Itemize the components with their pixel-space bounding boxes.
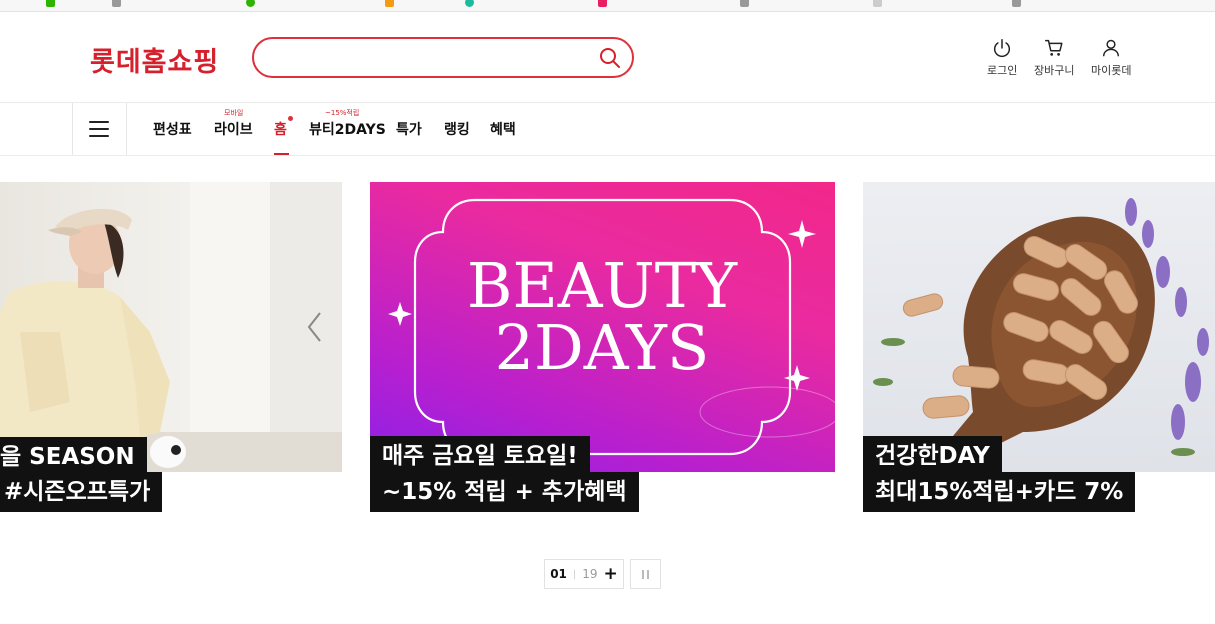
beauty-art-subtitle: 2DAYS (495, 311, 710, 384)
user-icon (1103, 39, 1120, 57)
bookmark[interactable] (385, 0, 394, 8)
banner-caption-line1: 매주 금요일 토요일! (370, 436, 590, 476)
cart-label: 장바구니 (1034, 64, 1075, 77)
carousel-prev-arrow-icon[interactable] (304, 310, 326, 344)
my-lotte-label: 마이롯데 (1091, 64, 1132, 77)
bookmark[interactable] (112, 0, 121, 8)
bookmark-icon (112, 0, 121, 7)
search-input[interactable] (272, 48, 592, 68)
bookmark-icon (740, 0, 749, 7)
power-icon (994, 39, 1011, 58)
banner-photo-golf (0, 182, 342, 472)
banner-photo-supplements (873, 198, 1209, 472)
bookmark-icon (1012, 0, 1021, 7)
nav-item-beauty2days[interactable]: 뷰티2DAYS (309, 119, 386, 139)
nav-item-home[interactable]: 홈 (274, 119, 287, 139)
bookmark[interactable] (873, 0, 882, 8)
banner-caption-line1: 을 SEASON (0, 437, 147, 477)
bookmark-icon (246, 0, 255, 7)
banner-caption-line1: 건강한DAY (863, 436, 1002, 476)
search-box[interactable] (252, 37, 634, 78)
bookmark[interactable] (598, 0, 607, 8)
hamburger-menu-icon[interactable] (89, 121, 109, 137)
banner-art-beauty: BEAUTY 2DAYS (388, 198, 835, 456)
bookmark-icon (873, 0, 882, 7)
main-nav: 편성표 모바일 라이브 홈 ~15%적립 뷰티2DAYS 특가 랭킹 혜택 (0, 103, 1215, 156)
banner-season-off[interactable] (0, 182, 342, 472)
bookmark-icon (46, 0, 55, 7)
nav-divider (72, 103, 73, 155)
pager-current: 01 (550, 567, 567, 581)
bookmark[interactable] (740, 0, 749, 8)
pager-total: 19 (582, 567, 598, 581)
login-button[interactable]: 로그인 (987, 37, 1017, 78)
cart-button[interactable]: 장바구니 (1034, 37, 1074, 78)
nav-divider (126, 103, 127, 155)
my-lotte-button[interactable]: 마이롯데 (1091, 37, 1131, 78)
banner-healthy-day[interactable] (863, 182, 1215, 472)
nav-item-live[interactable]: 라이브 (214, 119, 253, 139)
bookmark-icon (385, 0, 394, 7)
nav-item-ranking[interactable]: 랭킹 (444, 119, 470, 139)
carousel-pause-button[interactable] (630, 559, 661, 589)
banner-caption-line2: 최대15%적립+카드 7% (863, 472, 1136, 512)
search-icon[interactable] (598, 46, 622, 70)
banner-beauty-2days[interactable]: BEAUTY 2DAYS (370, 182, 835, 472)
bookmark[interactable] (46, 0, 55, 8)
bookmark[interactable] (465, 0, 474, 8)
site-header: 롯데홈쇼핑 로그인 장바구니 마이롯데 (0, 12, 1215, 103)
login-label: 로그인 (987, 64, 1018, 77)
nav-item-benefits[interactable]: 혜택 (490, 119, 516, 139)
nav-item-schedule[interactable]: 편성표 (153, 119, 192, 139)
banner-caption-line2: ~15% 적립 + 추가혜택 (370, 472, 639, 512)
bookmark-icon (598, 0, 607, 7)
bookmark[interactable] (246, 0, 255, 8)
pager-view-all-button[interactable]: + (604, 565, 618, 583)
site-logo[interactable]: 롯데홈쇼핑 (90, 40, 219, 79)
carousel-pager: 01 | 19 + (544, 559, 624, 589)
bookmarks-bar (0, 0, 1215, 12)
cart-icon (1045, 39, 1063, 56)
bookmark-icon (465, 0, 474, 7)
nav-item-deals[interactable]: 특가 (396, 119, 422, 139)
bookmark[interactable] (1012, 0, 1021, 8)
pause-icon (642, 569, 644, 579)
pager-separator: | (572, 568, 577, 580)
nav-sup-mobile: 모바일 (224, 109, 244, 117)
nav-sup-reward: ~15%적립 (325, 109, 360, 117)
new-dot-badge (288, 116, 293, 121)
active-tab-underline (274, 153, 289, 155)
banner-caption-line2: #시즌오프특가 (0, 472, 163, 512)
